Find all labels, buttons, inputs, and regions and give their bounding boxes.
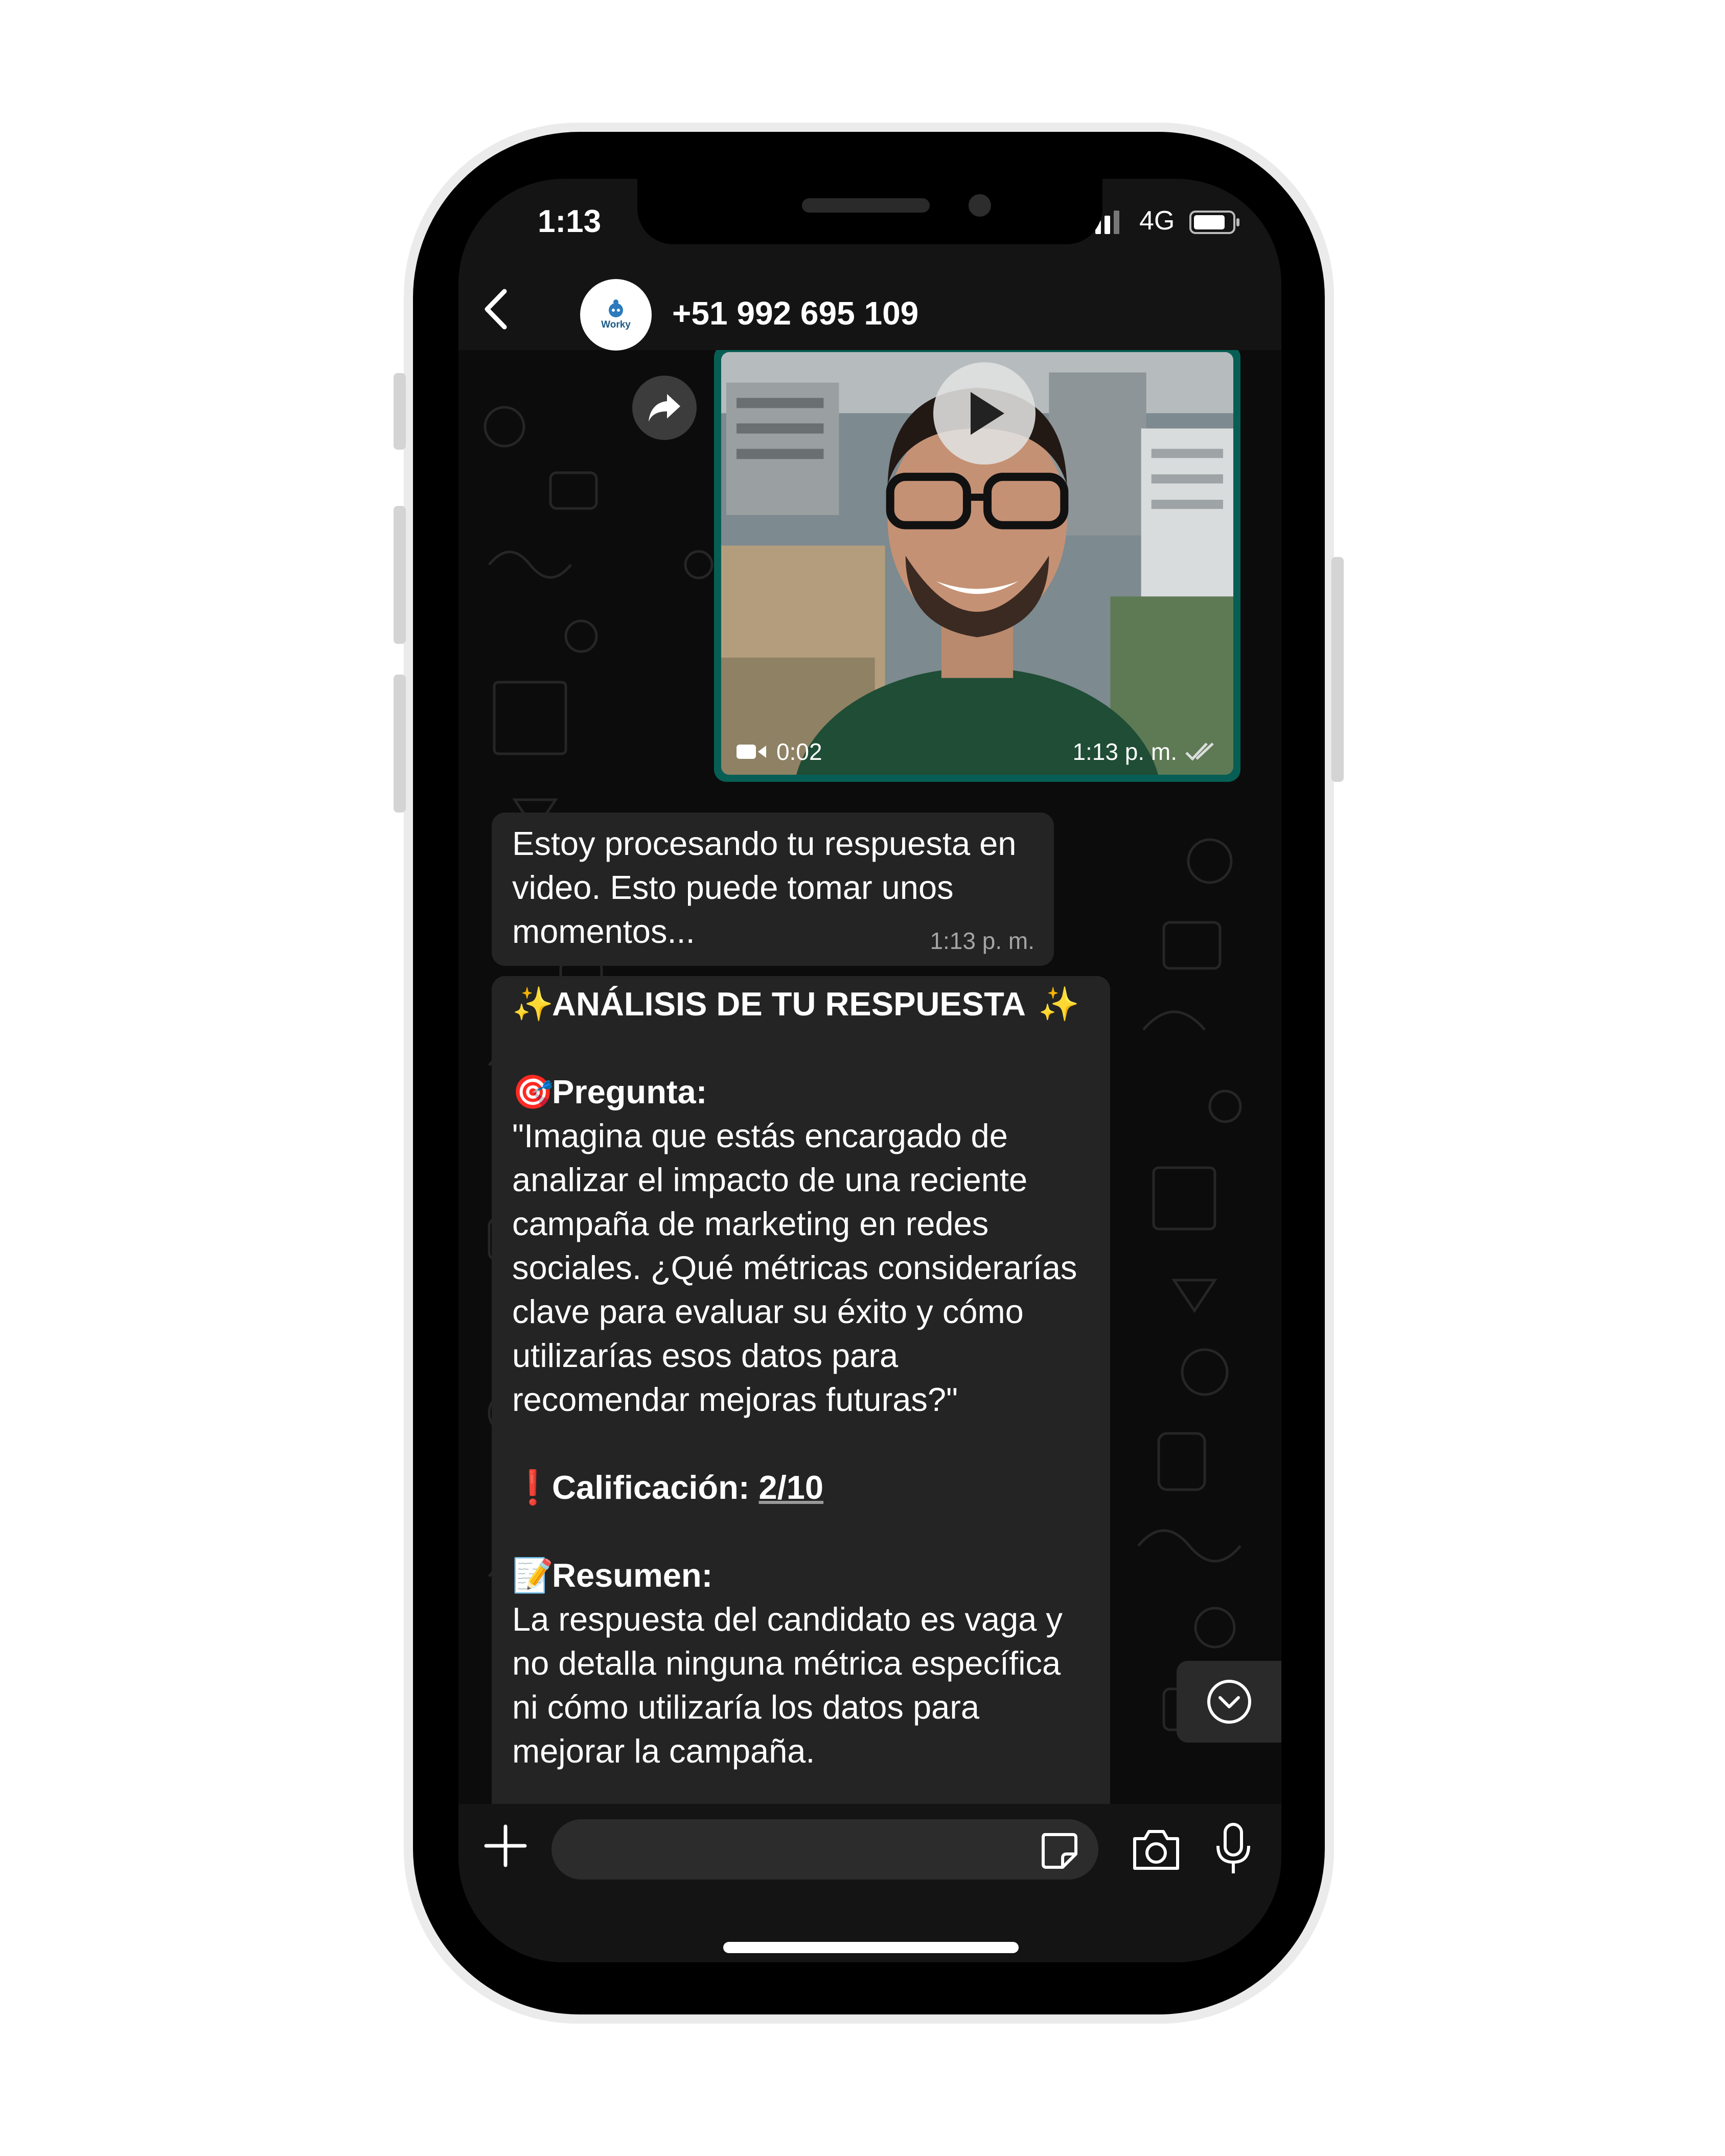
message-input[interactable] bbox=[551, 1819, 1098, 1880]
question-line: recomendar mejoras futuras?" bbox=[512, 1381, 958, 1418]
contact-name[interactable]: +51 992 695 109 bbox=[672, 294, 918, 332]
summary-line: no detalla ninguna métrica específica bbox=[512, 1644, 1061, 1682]
microphone-icon[interactable] bbox=[1214, 1822, 1253, 1875]
analysis-message[interactable]: ✨ANÁLISIS DE TU RESPUESTA ✨ 🎯Pregunta: "I… bbox=[492, 976, 1110, 1804]
question-line: analizar el impacto de una reciente bbox=[512, 1161, 1028, 1198]
summary-label: Resumen: bbox=[552, 1557, 713, 1594]
processing-message[interactable]: Estoy procesando tu respuesta en video. … bbox=[492, 813, 1054, 966]
processing-line: video. Esto puede tomar unos bbox=[512, 869, 954, 906]
video-thumbnail[interactable]: 0:02 1:13 p. m. bbox=[721, 352, 1233, 775]
video-timestamp: 1:13 p. m. bbox=[1072, 738, 1177, 765]
video-duration: 0:02 bbox=[776, 738, 822, 765]
question-line: sociales. ¿Qué métricas considerarías bbox=[512, 1249, 1077, 1286]
question-line: clave para evaluar su éxito y cómo bbox=[512, 1293, 1024, 1330]
sticker-icon[interactable] bbox=[1040, 1832, 1078, 1869]
earpiece bbox=[802, 198, 930, 213]
video-message[interactable]: 0:02 1:13 p. m. bbox=[714, 350, 1240, 782]
message-timestamp: 1:13 p. m. bbox=[930, 928, 1034, 954]
analysis-title-row: ✨ANÁLISIS DE TU RESPUESTA ✨ bbox=[512, 982, 1090, 1026]
analysis-title: ANÁLISIS DE TU RESPUESTA bbox=[552, 985, 1026, 1023]
worky-logo-icon bbox=[609, 299, 623, 317]
camera-icon[interactable] bbox=[1131, 1826, 1182, 1872]
question-label: Pregunta: bbox=[552, 1073, 707, 1110]
power-button bbox=[1331, 557, 1344, 782]
home-indicator[interactable] bbox=[723, 1942, 1019, 1953]
question-line: campaña de marketing en redes bbox=[512, 1205, 989, 1242]
network-label: 4G bbox=[1139, 206, 1175, 236]
question-heading: 🎯Pregunta: bbox=[512, 1070, 1090, 1114]
score-value[interactable]: 2/10 bbox=[759, 1469, 824, 1506]
silent-switch bbox=[394, 373, 406, 450]
summary-line: La respuesta del candidato es vaga y bbox=[512, 1601, 1063, 1638]
forward-icon bbox=[649, 394, 680, 422]
memo-icon: 📝 bbox=[512, 1557, 554, 1594]
question-line: "Imagina que estás encargado de bbox=[512, 1117, 1008, 1154]
processing-line: Estoy procesando tu respuesta en bbox=[512, 825, 1017, 862]
contact-avatar[interactable]: Worky bbox=[580, 279, 652, 351]
summary-line: ni cómo utilizaría los datos para bbox=[512, 1688, 980, 1726]
play-icon bbox=[971, 392, 1004, 435]
score-label: Calificación: bbox=[552, 1469, 750, 1506]
volume-up-button bbox=[394, 506, 406, 644]
plus-icon[interactable] bbox=[483, 1823, 528, 1868]
forward-button[interactable] bbox=[632, 376, 697, 440]
chat-area[interactable]: 0:02 1:13 p. m. Estoy procesando tu resp… bbox=[458, 350, 1281, 1804]
back-icon[interactable] bbox=[478, 286, 514, 332]
battery-icon bbox=[1189, 211, 1239, 234]
volume-down-button bbox=[394, 675, 406, 813]
avatar-label: Worky bbox=[601, 319, 631, 330]
notch bbox=[637, 179, 1102, 244]
video-duration-row: 0:02 bbox=[737, 738, 822, 766]
status-time: 1:13 bbox=[538, 204, 602, 239]
video-camera-icon bbox=[737, 745, 766, 759]
read-receipt-icon bbox=[1185, 743, 1214, 761]
exclamation-icon: ❗ bbox=[512, 1469, 554, 1506]
front-camera bbox=[969, 194, 991, 217]
scroll-down-icon bbox=[1207, 1680, 1251, 1724]
phone-screen: 1:13 4G Worky +51 992 695 109 0:02 1:13 … bbox=[458, 179, 1281, 1962]
target-icon: 🎯 bbox=[512, 1073, 554, 1110]
score-row: ❗Calificación: 2/10 bbox=[512, 1466, 1090, 1510]
input-bar bbox=[458, 1804, 1281, 1962]
sparkles-icon: ✨ bbox=[512, 985, 554, 1023]
scroll-down-button[interactable] bbox=[1177, 1661, 1281, 1743]
question-line: utilizarías esos datos para bbox=[512, 1337, 899, 1374]
summary-heading: 📝Resumen: bbox=[512, 1554, 1090, 1597]
sparkles-icon: ✨ bbox=[1038, 985, 1079, 1023]
summary-line: mejorar la campaña. bbox=[512, 1732, 815, 1770]
video-timestamp-row: 1:13 p. m. bbox=[1072, 738, 1218, 766]
play-button[interactable] bbox=[933, 362, 1036, 465]
chat-header: Worky +51 992 695 109 bbox=[458, 266, 1281, 351]
